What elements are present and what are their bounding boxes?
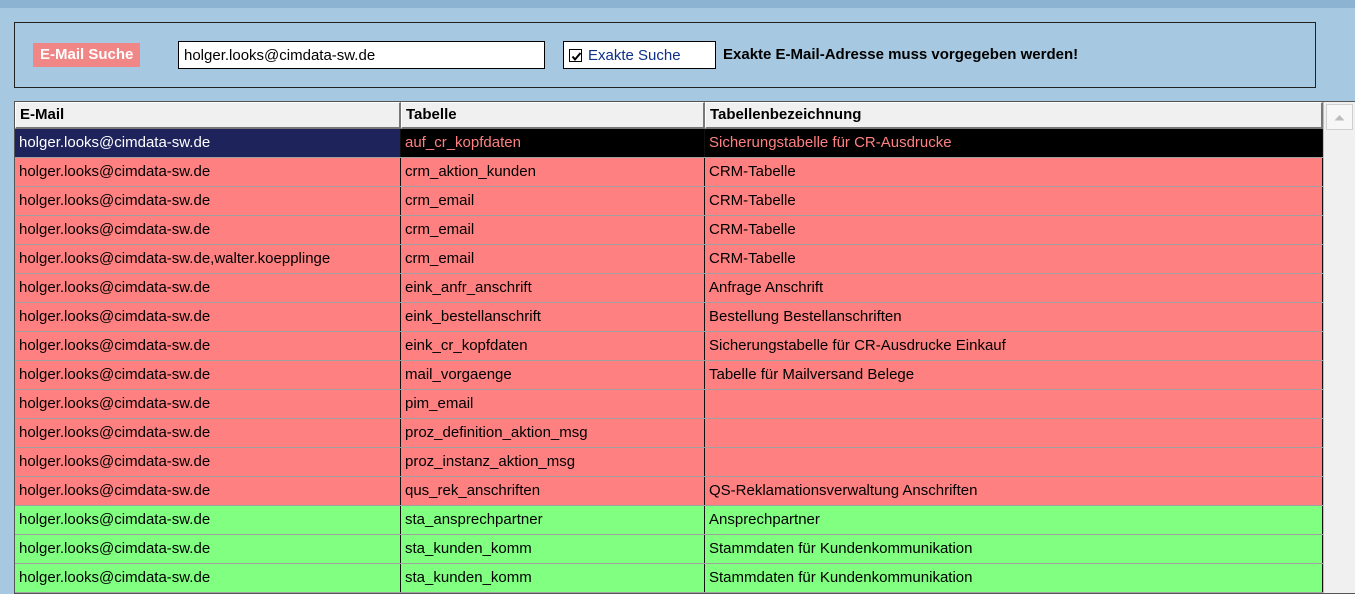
email-cell[interactable]: holger.looks@cimdata-sw.de	[15, 477, 401, 505]
email-cell[interactable]: holger.looks@cimdata-sw.de,walter.koeppl…	[15, 245, 401, 273]
table-row[interactable]: holger.looks@cimdata-sw.de eink_cr_kopfda…	[15, 332, 1323, 361]
table-row[interactable]: holger.looks@cimdata-sw.de qus_rek_anschr…	[15, 477, 1323, 506]
bezeichnung-cell[interactable]	[705, 390, 1323, 418]
email-cell[interactable]: holger.looks@cimdata-sw.de	[15, 303, 401, 331]
table-row[interactable]: holger.looks@cimdata-sw.de sta_kunden_kom…	[15, 535, 1323, 564]
top-strip	[0, 0, 1355, 8]
bezeichnung-cell[interactable]: Stammdaten für Kundenkommunikation	[705, 564, 1323, 592]
tabelle-cell[interactable]: auf_cr_kopfdaten	[401, 129, 705, 157]
email-cell[interactable]: holger.looks@cimdata-sw.de	[15, 564, 401, 592]
column-header-email[interactable]: E-Mail	[15, 102, 401, 129]
bezeichnung-cell[interactable]: CRM-Tabelle	[705, 158, 1323, 186]
tabelle-cell[interactable]: sta_kunden_komm	[401, 564, 705, 592]
table-row[interactable]: holger.looks@cimdata-sw.de auf_cr_kopfdat…	[15, 129, 1323, 158]
results-grid: E-Mail Tabelle Tabellenbezeichnung holge…	[14, 101, 1355, 594]
tabelle-cell[interactable]: proz_definition_aktion_msg	[401, 419, 705, 447]
email-cell[interactable]: holger.looks@cimdata-sw.de	[15, 187, 401, 215]
exact-search-hint: Exakte E-Mail-Adresse muss vorgegeben we…	[723, 46, 1079, 63]
tabelle-cell[interactable]: crm_email	[401, 187, 705, 215]
email-cell[interactable]: holger.looks@cimdata-sw.de	[15, 506, 401, 534]
bezeichnung-cell[interactable]: CRM-Tabelle	[705, 216, 1323, 244]
table-row[interactable]: holger.looks@cimdata-sw.de proz_definitio…	[15, 419, 1323, 448]
tabelle-cell[interactable]: eink_bestellanschrift	[401, 303, 705, 331]
table-row[interactable]: holger.looks@cimdata-sw.de sta_ansprechpa…	[15, 506, 1323, 535]
tabelle-cell[interactable]: sta_kunden_komm	[401, 535, 705, 563]
tabelle-cell[interactable]: eink_anfr_anschrift	[401, 274, 705, 302]
bezeichnung-cell[interactable]: Sicherungstabelle für CR-Ausdrucke	[705, 129, 1323, 157]
email-cell[interactable]: holger.looks@cimdata-sw.de	[15, 361, 401, 389]
tabelle-cell[interactable]: pim_email	[401, 390, 705, 418]
email-cell[interactable]: holger.looks@cimdata-sw.de	[15, 216, 401, 244]
tabelle-cell[interactable]: proz_instanz_aktion_msg	[401, 448, 705, 476]
bezeichnung-cell[interactable]: Bestellung Bestellanschriften	[705, 303, 1323, 331]
table-row[interactable]: holger.looks@cimdata-sw.de proz_instanz_a…	[15, 448, 1323, 477]
column-header-tabellenbezeichnung[interactable]: Tabellenbezeichnung	[705, 102, 1323, 129]
arrow-up-icon	[1334, 114, 1345, 120]
tabelle-cell[interactable]: eink_cr_kopfdaten	[401, 332, 705, 360]
tabelle-cell[interactable]: crm_email	[401, 245, 705, 273]
table-row[interactable]: holger.looks@cimdata-sw.de crm_email CRM-T…	[15, 216, 1323, 245]
email-cell[interactable]: holger.looks@cimdata-sw.de	[15, 535, 401, 563]
exact-search-toggle[interactable]: Exakte Suche	[563, 41, 716, 69]
table-row[interactable]: holger.looks@cimdata-sw.de mail_vorgaenge…	[15, 361, 1323, 390]
email-cell[interactable]: holger.looks@cimdata-sw.de	[15, 390, 401, 418]
table-row[interactable]: holger.looks@cimdata-sw.de crm_aktion_kun…	[15, 158, 1323, 187]
email-cell[interactable]: holger.looks@cimdata-sw.de	[15, 274, 401, 302]
bezeichnung-cell[interactable]: Sicherungstabelle für CR-Ausdrucke Einka…	[705, 332, 1323, 360]
tabelle-cell[interactable]: mail_vorgaenge	[401, 361, 705, 389]
scroll-up-button[interactable]	[1326, 104, 1353, 130]
email-cell[interactable]: holger.looks@cimdata-sw.de	[15, 419, 401, 447]
email-cell[interactable]: holger.looks@cimdata-sw.de	[15, 332, 401, 360]
email-cell[interactable]: holger.looks@cimdata-sw.de	[15, 129, 401, 157]
bezeichnung-cell[interactable]: CRM-Tabelle	[705, 187, 1323, 215]
email-cell[interactable]: holger.looks@cimdata-sw.de	[15, 448, 401, 476]
check-icon	[571, 51, 582, 61]
table-body: holger.looks@cimdata-sw.de auf_cr_kopfdat…	[15, 129, 1323, 593]
tabelle-cell[interactable]: crm_email	[401, 216, 705, 244]
vertical-scrollbar[interactable]	[1323, 102, 1355, 593]
table-row[interactable]: holger.looks@cimdata-sw.de,walter.koeppl…	[15, 245, 1323, 274]
column-header-tabelle[interactable]: Tabelle	[401, 102, 705, 129]
bezeichnung-cell[interactable]	[705, 419, 1323, 447]
bezeichnung-cell[interactable]: Anfrage Anschrift	[705, 274, 1323, 302]
tabelle-cell[interactable]: qus_rek_anschriften	[401, 477, 705, 505]
bezeichnung-cell[interactable]: CRM-Tabelle	[705, 245, 1323, 273]
email-cell[interactable]: holger.looks@cimdata-sw.de	[15, 158, 401, 186]
exact-search-label: Exakte Suche	[588, 46, 681, 64]
email-search-input[interactable]	[178, 41, 545, 69]
bezeichnung-cell[interactable]: Ansprechpartner	[705, 506, 1323, 534]
exact-search-checkbox[interactable]	[569, 48, 582, 62]
bezeichnung-cell[interactable]: Stammdaten für Kundenkommunikation	[705, 535, 1323, 563]
tabelle-cell[interactable]: sta_ansprechpartner	[401, 506, 705, 534]
bezeichnung-cell[interactable]: QS-Reklamationsverwaltung Anschriften	[705, 477, 1323, 505]
tabelle-cell[interactable]: crm_aktion_kunden	[401, 158, 705, 186]
email-search-label: E-Mail Suche	[33, 43, 141, 67]
bezeichnung-cell[interactable]	[705, 448, 1323, 476]
table-header: E-Mail Tabelle Tabellenbezeichnung	[15, 102, 1323, 129]
table-row[interactable]: holger.looks@cimdata-sw.de pim_email	[15, 390, 1323, 419]
search-panel: E-Mail Suche Exakte Suche Exakte E-Mail-…	[14, 22, 1316, 88]
table-row[interactable]: holger.looks@cimdata-sw.de crm_email CRM-T…	[15, 187, 1323, 216]
table-row[interactable]: holger.looks@cimdata-sw.de sta_kunden_kom…	[15, 564, 1323, 593]
table-row[interactable]: holger.looks@cimdata-sw.de eink_bestellan…	[15, 303, 1323, 332]
bezeichnung-cell[interactable]: Tabelle für Mailversand Belege	[705, 361, 1323, 389]
table-row[interactable]: holger.looks@cimdata-sw.de eink_anfr_ansc…	[15, 274, 1323, 303]
